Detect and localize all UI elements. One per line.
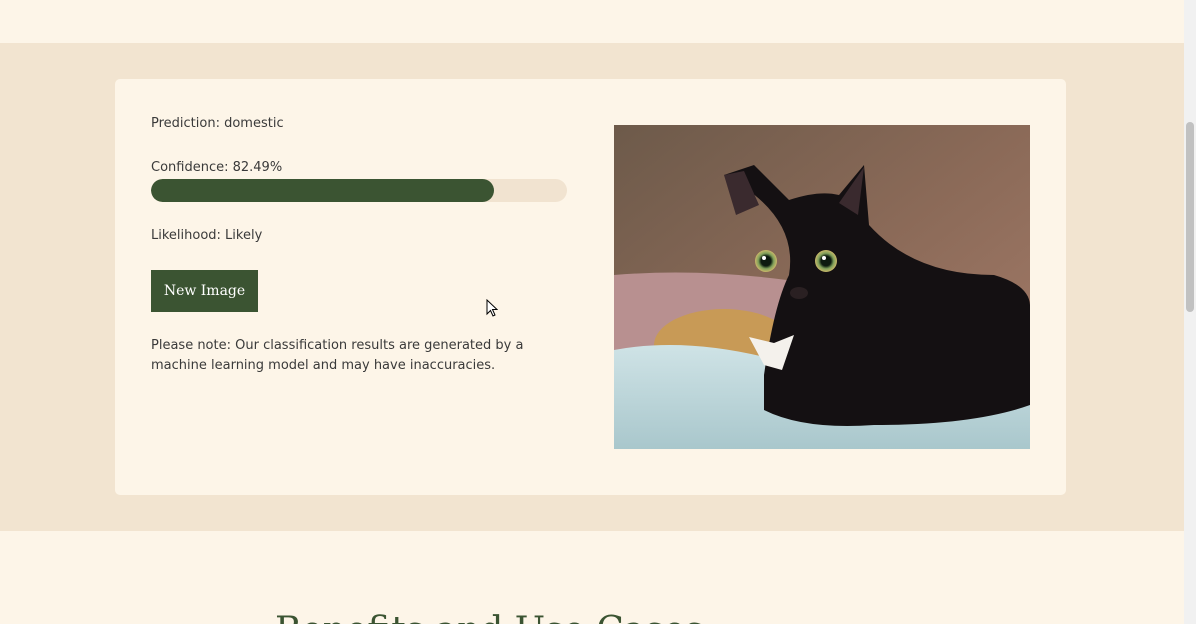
confidence-label: Confidence: 82.49%	[151, 160, 283, 175]
disclaimer-note: Please note: Our classification results …	[151, 338, 524, 373]
confidence-progress-bar	[151, 179, 567, 202]
top-strip	[0, 0, 1184, 43]
page: Prediction: domestic Confidence: 82.49% …	[0, 0, 1196, 624]
confidence-progress-fill	[151, 179, 495, 202]
page-scrollbar[interactable]	[1184, 0, 1196, 624]
scrollbar-thumb[interactable]	[1186, 122, 1194, 312]
benefits-section: Benefits and Use Cases	[0, 531, 1184, 624]
mouse-cursor-icon	[486, 299, 498, 317]
likelihood-text: Likelihood: Likely	[151, 228, 263, 243]
uploaded-cat-image	[614, 125, 1030, 449]
result-section: Prediction: domestic Confidence: 82.49% …	[0, 43, 1184, 531]
result-card: Prediction: domestic Confidence: 82.49% …	[115, 79, 1066, 495]
benefits-heading: Benefits and Use Cases	[275, 611, 704, 624]
new-image-button[interactable]: New Image	[151, 270, 258, 312]
prediction-text: Prediction: domestic	[151, 116, 284, 131]
